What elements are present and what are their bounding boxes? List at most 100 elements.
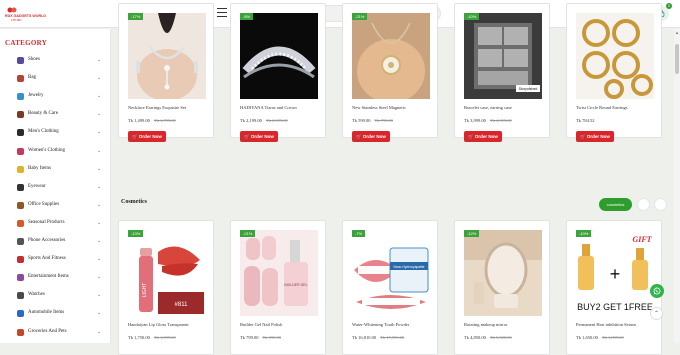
chevron-down-icon[interactable]: ⌄ <box>97 274 101 280</box>
image-label-text: BUILDER GEL <box>284 283 307 287</box>
order-now-button[interactable]: 🛒 Order Now <box>352 131 390 142</box>
product-card[interactable]: Nano-Hydroxyapatite -7% Water-Whitening To… <box>342 220 438 355</box>
category-icon <box>17 238 24 245</box>
chevron-down-icon[interactable]: ⌄ <box>97 166 101 172</box>
old-price: Tk 17,999.00 <box>380 335 405 340</box>
product-image[interactable]: GIFT + BUY2 GET 1FREE <box>576 230 654 316</box>
page-scrollbar[interactable]: ▲ <box>674 29 680 343</box>
sidebar-item-category[interactable]: Office Supplies ⌄ <box>0 198 111 215</box>
discount-badge: -8% <box>240 13 254 20</box>
product-image[interactable]: Storyofshed <box>464 13 542 99</box>
back-to-top-button[interactable]: ⌃ <box>650 307 663 320</box>
chevron-down-icon[interactable]: ⌄ <box>97 202 101 208</box>
product-name[interactable]: Necklace Earrings Exquisite Set <box>128 105 214 110</box>
order-now-label: Order Now <box>250 134 274 139</box>
chevron-down-icon[interactable]: ⌄ <box>97 111 101 117</box>
product-name[interactable]: Handaiyan Lip Gloss Transparent <box>128 322 214 327</box>
product-card[interactable]: Twist Circle Round Earrings Tk 784.52 🛒 Or… <box>566 3 662 142</box>
product-card[interactable]: GIFT + BUY2 GET 1FREE -10% Permanent Hair in… <box>566 220 662 355</box>
product-name[interactable]: New Stainless Steel Magnetic <box>352 105 438 110</box>
sidebar-item-category[interactable]: Seasonal Products ⌄ <box>0 216 111 233</box>
product-image[interactable] <box>576 13 654 99</box>
chevron-down-icon[interactable]: ⌄ <box>97 256 101 262</box>
tab-placeholder[interactable] <box>637 198 650 211</box>
chevron-down-icon[interactable]: ⌄ <box>97 148 101 154</box>
order-now-button[interactable]: 🛒 Order Now <box>464 131 502 142</box>
category-icon <box>17 328 24 336</box>
chevron-down-icon[interactable]: ⌄ <box>97 292 101 298</box>
sidebar-item-category[interactable]: Beauty & Care ⌄ <box>0 107 111 124</box>
chevron-down-icon[interactable]: ⌄ <box>97 57 101 63</box>
order-now-button[interactable]: 🛒 Order Now <box>576 131 614 142</box>
sidebar-item-category[interactable]: Groceries And Pets ⌄ <box>0 325 111 342</box>
product-image[interactable] <box>352 13 430 99</box>
whatsapp-button[interactable] <box>650 284 664 298</box>
chevron-down-icon[interactable]: ⌄ <box>97 329 101 335</box>
product-name[interactable]: HADIYANA Tiaras and Crown <box>240 105 326 110</box>
product-price: Tk 799.00 Tk 999.00 <box>240 335 281 340</box>
menu-icon[interactable] <box>217 8 227 17</box>
scrollbar-thumb[interactable] <box>675 44 679 74</box>
sidebar-item-category[interactable]: Automobile Items ⌄ <box>0 306 111 323</box>
product-card[interactable]: -12% Rotating makeup mirror Tk 4,850.00 Tk … <box>454 220 550 355</box>
category-icon <box>17 111 24 119</box>
chevron-down-icon[interactable]: ⌄ <box>97 75 101 81</box>
site-logo[interactable]: RDX GADGETS WORLD LTD BD <box>5 6 46 22</box>
sidebar-item-category[interactable]: Eyewear ⌄ <box>0 180 111 197</box>
tab-cosmetics[interactable]: cosmetics <box>599 198 632 211</box>
product-name[interactable]: Twist Circle Round Earrings <box>576 105 662 110</box>
category-heading: CATEGORY <box>5 39 48 47</box>
product-price: Tk 1,750.00 Tk 1,999.00 <box>128 335 176 340</box>
product-card[interactable]: -8% HADIYANA Tiaras and Crown Tk 2,199.00 T… <box>230 3 326 142</box>
product-card[interactable]: LIGHT #811 -13% Handaiyan Lip Gloss Transpa… <box>118 220 214 355</box>
product-name[interactable]: Bracelet case, earring case <box>464 105 550 110</box>
product-image[interactable] <box>128 13 206 99</box>
chevron-down-icon[interactable]: ⌄ <box>97 184 101 190</box>
chevron-down-icon[interactable]: ⌄ <box>97 310 101 316</box>
product-price: Tk 1,499.00 Tk 1,799.00 <box>128 118 176 123</box>
product-name[interactable]: Water-Whitening Tooth Powder <box>352 322 438 327</box>
product-image[interactable]: Nano-Hydroxyapatite <box>352 230 430 316</box>
sidebar-item-category[interactable]: Entertainment Items ⌄ <box>0 270 111 287</box>
order-now-label: Order Now <box>138 134 162 139</box>
scroll-up-arrow-icon[interactable]: ▲ <box>674 30 680 35</box>
current-price: Tk 1,750.00 <box>128 335 150 340</box>
discount-badge: -21% <box>240 230 256 237</box>
product-card[interactable]: -17% Necklace Earrings Exquisite Set Tk 1,… <box>118 3 214 142</box>
discount-badge: -12% <box>464 230 480 237</box>
category-icon <box>17 165 24 173</box>
sidebar-item-category[interactable]: Shoes ⌄ <box>0 53 111 70</box>
product-card[interactable]: Storyofshed -10% Bracelet case, earring ca… <box>454 3 550 142</box>
sidebar-item-category[interactable]: Bag ⌄ <box>0 71 111 88</box>
sidebar-item-label: Office Supplies <box>28 201 60 207</box>
old-price: Tk 1,999.00 <box>153 335 176 340</box>
tab-placeholder[interactable] <box>654 198 667 211</box>
sidebar-item-category[interactable]: Phone Accessories ⌄ <box>0 234 111 251</box>
product-image[interactable]: BUILDER GEL <box>240 230 318 316</box>
chevron-down-icon[interactable]: ⌄ <box>97 129 101 135</box>
sidebar-item-category[interactable]: Watches ⌄ <box>0 288 111 305</box>
sidebar-item-category[interactable]: Jewelry ⌄ <box>0 89 111 106</box>
product-image[interactable]: LIGHT #811 <box>128 230 206 316</box>
sidebar-item-category[interactable]: Baby Items ⌄ <box>0 162 111 179</box>
order-now-button[interactable]: 🛒 Order Now <box>128 131 166 142</box>
product-image[interactable] <box>240 13 318 99</box>
product-name[interactable]: Permanent Hair inhibition Serum <box>576 322 662 327</box>
product-card[interactable]: -21% New Stainless Steel Magnetic Tk 599.0… <box>342 3 438 142</box>
product-price: Tk 784.52 <box>576 118 595 123</box>
chevron-down-icon[interactable]: ⌄ <box>97 220 101 226</box>
product-card[interactable]: BUILDER GEL -21% Builder Gel Nail Polish Tk… <box>230 220 326 355</box>
discount-badge: -13% <box>128 230 144 237</box>
sidebar-item-category[interactable]: Men's Clothing ⌄ <box>0 125 111 142</box>
sidebar-item-category[interactable]: Sports And Fitness ⌄ <box>0 252 111 269</box>
sidebar-item-category[interactable]: Women's Clothing ⌄ <box>0 144 111 161</box>
product-name[interactable]: Builder Gel Nail Polish <box>240 322 326 327</box>
product-image[interactable] <box>464 230 542 316</box>
sidebar-item-label: Bag <box>28 75 37 81</box>
order-now-label: Order Now <box>586 134 610 139</box>
sidebar-item-label: Automobile Items <box>28 310 65 316</box>
product-name[interactable]: Rotating makeup mirror <box>464 322 550 327</box>
chevron-down-icon[interactable]: ⌄ <box>97 93 101 99</box>
chevron-down-icon[interactable]: ⌄ <box>97 238 101 244</box>
order-now-button[interactable]: 🛒 Order Now <box>240 131 278 142</box>
